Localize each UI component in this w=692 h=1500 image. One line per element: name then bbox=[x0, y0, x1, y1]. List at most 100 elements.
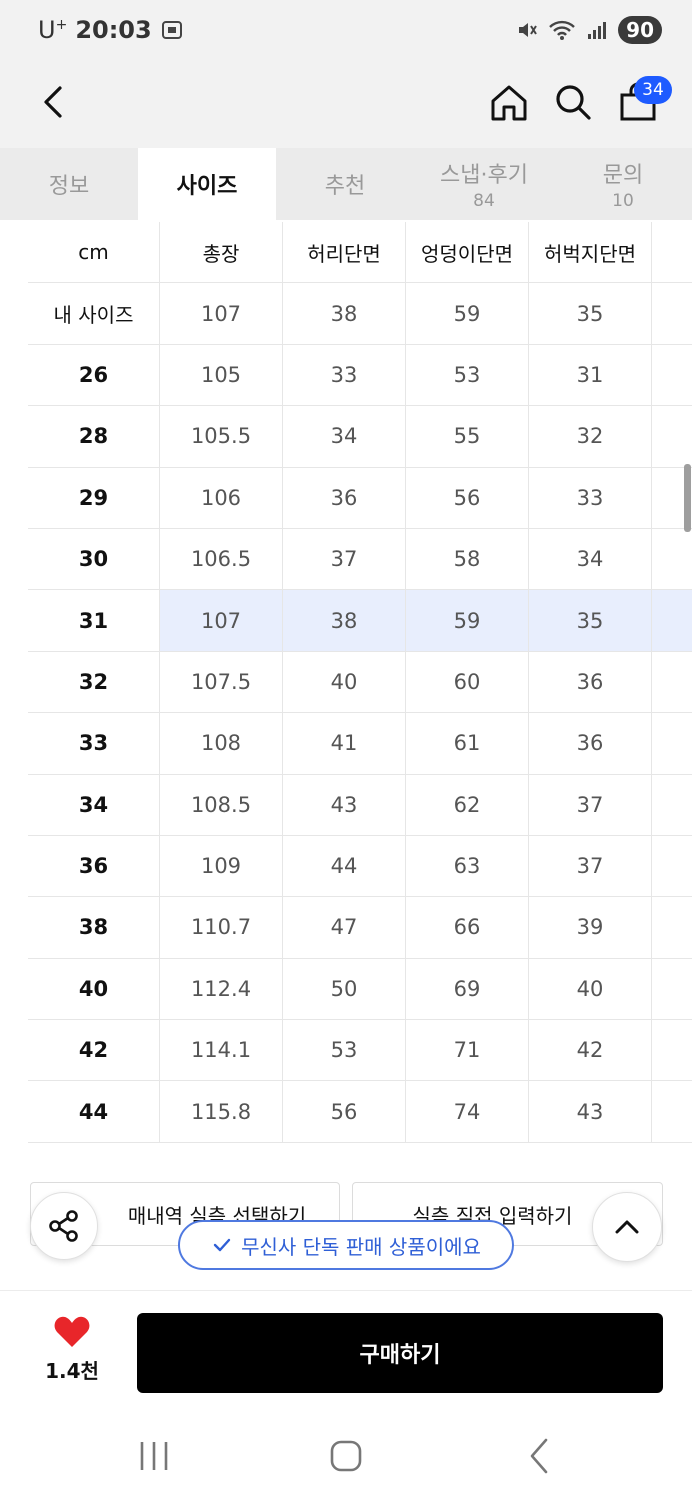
home-nav-icon[interactable] bbox=[326, 1436, 366, 1476]
measure-cell: 62 bbox=[406, 774, 529, 835]
back-nav-icon[interactable] bbox=[520, 1436, 560, 1476]
empty-cell bbox=[652, 1081, 692, 1141]
tab-size[interactable]: 사이즈 bbox=[138, 148, 276, 220]
measure-cell: 114.1 bbox=[160, 1020, 283, 1081]
table-row: 31 107 38 59 35 bbox=[28, 590, 692, 652]
measure-cell: 37 bbox=[529, 835, 652, 897]
measure-cell: 38 bbox=[283, 590, 406, 651]
size-label-cell: 33 bbox=[28, 713, 160, 774]
back-arrow-icon[interactable] bbox=[34, 82, 74, 122]
measure-cell: 106 bbox=[160, 467, 283, 528]
empty-cell bbox=[652, 836, 692, 896]
measure-cell: 44 bbox=[283, 835, 406, 897]
measure-cell: 59 bbox=[406, 283, 529, 344]
size-label-cell: 30 bbox=[28, 528, 160, 590]
measure-cell: 56 bbox=[406, 467, 529, 528]
empty-cell bbox=[652, 652, 692, 712]
clock: 20:03 bbox=[75, 16, 152, 44]
table-row: 42 114.1 53 71 42 bbox=[28, 1020, 692, 1082]
measure-cell: 74 bbox=[406, 1081, 529, 1142]
tab-recommend[interactable]: 추천 bbox=[276, 148, 414, 220]
size-label-cell: 42 bbox=[28, 1020, 160, 1081]
share-icon bbox=[49, 1210, 78, 1242]
header-cell: 총장 bbox=[160, 222, 283, 283]
empty-cell bbox=[652, 713, 692, 773]
measure-cell: 34 bbox=[529, 528, 652, 590]
table-body: 내 사이즈 107 38 59 35 26 105 33 53 31 28 105.5 34 55 32 29… bbox=[28, 283, 692, 1143]
tab-inquiry[interactable]: 문의 10 bbox=[554, 148, 692, 220]
table-row: 36 109 44 63 37 bbox=[28, 835, 692, 898]
table-row: 44 115.8 56 74 43 bbox=[28, 1081, 692, 1143]
battery-indicator: 90 bbox=[618, 16, 662, 44]
table-header: cm 총장 허리단면 엉덩이단면 허벅지단면 bbox=[28, 222, 692, 284]
check-icon bbox=[213, 1238, 231, 1252]
empty-cell bbox=[652, 529, 692, 589]
measure-cell: 107 bbox=[160, 590, 283, 651]
header-cell: 허벅지단면 bbox=[529, 222, 652, 283]
table-row: 38 110.7 47 66 39 bbox=[28, 897, 692, 959]
measure-cell: 61 bbox=[406, 713, 529, 774]
measure-cell: 60 bbox=[406, 651, 529, 713]
search-icon[interactable] bbox=[553, 82, 593, 122]
tab-snap-review[interactable]: 스냅·후기 84 bbox=[414, 148, 554, 220]
top-nav: 34 bbox=[0, 64, 692, 148]
measure-cell: 71 bbox=[406, 1020, 529, 1081]
exclusive-sale-badge[interactable]: 무신사 단독 판매 상품이에요 bbox=[178, 1220, 514, 1270]
measure-cell: 43 bbox=[283, 774, 406, 835]
header-cell: 허리단면 bbox=[283, 222, 406, 283]
measure-cell: 35 bbox=[529, 283, 652, 344]
measure-cell: 40 bbox=[283, 651, 406, 713]
screenshot-icon bbox=[161, 21, 182, 39]
table-row: 28 105.5 34 55 32 bbox=[28, 406, 692, 468]
mute-icon bbox=[519, 23, 538, 37]
status-bar: U+ 20:03 90 bbox=[0, 0, 692, 64]
size-label-cell: 28 bbox=[28, 406, 160, 467]
size-label-cell: 34 bbox=[28, 774, 160, 835]
measure-cell: 35 bbox=[529, 590, 652, 651]
measure-cell: 63 bbox=[406, 835, 529, 897]
share-button[interactable] bbox=[30, 1192, 98, 1260]
measure-cell: 112.4 bbox=[160, 958, 283, 1020]
buy-button[interactable]: 구매하기 bbox=[137, 1313, 663, 1393]
measure-cell: 108.5 bbox=[160, 774, 283, 835]
measure-cell: 39 bbox=[529, 897, 652, 958]
my-size-row: 내 사이즈 107 38 59 35 bbox=[28, 283, 692, 345]
bottom-bar: 1.4천 구매하기 bbox=[0, 1290, 692, 1410]
empty-cell bbox=[652, 775, 692, 835]
scroll-to-top-button[interactable] bbox=[592, 1192, 662, 1262]
measure-cell: 31 bbox=[529, 344, 652, 406]
measure-cell: 34 bbox=[283, 406, 406, 467]
measure-cell: 36 bbox=[529, 651, 652, 713]
home-icon[interactable] bbox=[488, 82, 530, 124]
table-row: 30 106.5 37 58 34 bbox=[28, 528, 692, 591]
table-row: 26 105 33 53 31 bbox=[28, 344, 692, 407]
size-label-cell: 36 bbox=[28, 835, 160, 897]
recent-apps-icon[interactable] bbox=[134, 1436, 174, 1476]
scrollbar[interactable] bbox=[684, 464, 691, 532]
measure-cell: 66 bbox=[406, 897, 529, 958]
measure-cell: 37 bbox=[283, 528, 406, 590]
header-cell-empty bbox=[652, 222, 692, 282]
measure-cell: 40 bbox=[529, 958, 652, 1020]
table-row: 34 108.5 43 62 37 bbox=[28, 774, 692, 836]
heart-icon bbox=[54, 1316, 90, 1347]
empty-cell bbox=[652, 1020, 692, 1080]
measure-cell: 106.5 bbox=[160, 528, 283, 590]
table-row: 40 112.4 50 69 40 bbox=[28, 958, 692, 1021]
header-cell: 엉덩이단면 bbox=[406, 222, 529, 283]
measure-cell: 59 bbox=[406, 590, 529, 651]
empty-cell bbox=[652, 959, 692, 1019]
size-label-cell: 내 사이즈 bbox=[28, 283, 160, 344]
measure-cell: 36 bbox=[529, 713, 652, 774]
table-row: 33 108 41 61 36 bbox=[28, 713, 692, 775]
measure-cell: 53 bbox=[283, 1020, 406, 1081]
measure-cell: 53 bbox=[406, 344, 529, 406]
like-button[interactable]: 1.4천 bbox=[36, 1315, 108, 1387]
header-cell: cm bbox=[28, 222, 160, 283]
measure-cell: 110.7 bbox=[160, 897, 283, 958]
tab-info[interactable]: 정보 bbox=[0, 148, 138, 220]
empty-cell bbox=[652, 345, 692, 405]
measure-cell: 43 bbox=[529, 1081, 652, 1142]
measure-cell: 109 bbox=[160, 835, 283, 897]
measure-cell: 69 bbox=[406, 958, 529, 1020]
